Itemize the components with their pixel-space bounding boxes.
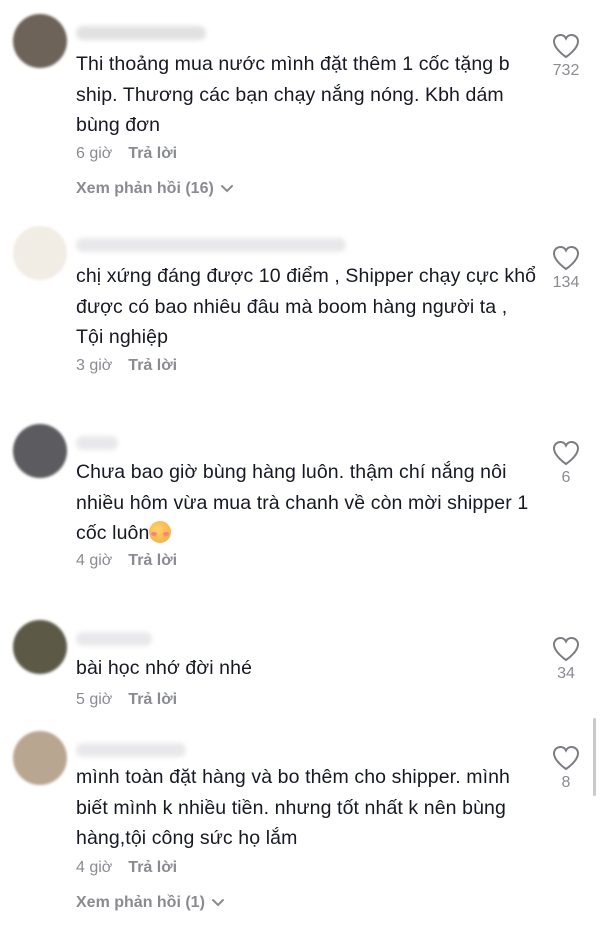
like-button[interactable]: 134 xyxy=(546,245,586,292)
username-blurred[interactable] xyxy=(76,632,152,646)
comment-time: 4 giờ xyxy=(76,859,113,876)
comment-time: 3 giờ xyxy=(76,357,113,374)
comment-text-content: Chưa bao giờ bùng hàng luôn. thậm chí nắ… xyxy=(76,461,529,544)
comment-meta: 5 giờ Trả lời xyxy=(76,691,177,709)
view-replies-button[interactable]: Xem phản hồi (16) xyxy=(76,180,234,198)
comment-time: 5 giờ xyxy=(76,691,113,708)
reply-button[interactable]: Trả lời xyxy=(128,145,177,163)
reply-button[interactable]: Trả lời xyxy=(128,552,177,570)
heart-outline-icon xyxy=(552,245,580,271)
comment-text: Chưa bao giờ bùng hàng luôn. thậm chí nắ… xyxy=(76,457,538,549)
like-button[interactable]: 8 xyxy=(546,745,586,792)
username-blurred[interactable] xyxy=(76,26,206,40)
comment-text: chị xứng đáng được 10 điểm , Shipper chạ… xyxy=(76,265,537,348)
comment-meta: 3 giờ Trả lời xyxy=(76,357,177,375)
username-blurred[interactable] xyxy=(76,238,346,252)
view-replies-label: Xem phản hồi (16) xyxy=(76,180,214,197)
avatar[interactable] xyxy=(13,620,67,674)
like-button[interactable]: 34 xyxy=(546,636,586,683)
heart-outline-icon xyxy=(552,636,580,662)
chevron-down-icon xyxy=(211,899,224,907)
like-count: 732 xyxy=(552,62,580,79)
smiling-face-with-hearts-icon xyxy=(149,521,172,543)
view-replies-label: Xem phản hồi (1) xyxy=(76,894,205,911)
username-blurred[interactable] xyxy=(76,436,118,450)
like-count: 34 xyxy=(557,665,575,682)
like-count: 134 xyxy=(552,274,580,291)
scrollbar[interactable] xyxy=(593,718,596,796)
view-replies-button[interactable]: Xem phản hồi (1) xyxy=(76,894,225,912)
reply-button[interactable]: Trả lời xyxy=(128,859,177,877)
comment-time: 4 giờ xyxy=(76,552,113,569)
avatar[interactable] xyxy=(13,424,67,478)
chevron-down-icon xyxy=(220,185,233,193)
heart-outline-icon xyxy=(552,745,580,771)
like-button[interactable]: 6 xyxy=(546,440,586,487)
username-blurred[interactable] xyxy=(76,743,186,757)
avatar[interactable] xyxy=(13,731,67,785)
like-button[interactable]: 732 xyxy=(546,33,586,80)
reply-button[interactable]: Trả lời xyxy=(128,691,177,709)
like-count: 8 xyxy=(561,774,571,791)
reply-button[interactable]: Trả lời xyxy=(128,357,177,375)
comment-text: mình toàn đặt hàng và bo thêm cho shippe… xyxy=(76,766,510,849)
avatar[interactable] xyxy=(13,226,67,280)
comment-meta: 4 giờ Trả lời xyxy=(76,552,177,570)
avatar[interactable] xyxy=(13,14,67,68)
comment-meta: 4 giờ Trả lời xyxy=(76,859,177,877)
heart-outline-icon xyxy=(552,440,580,466)
comment-text: Thi thoảng mua nước mình đặt thêm 1 cốc … xyxy=(76,53,510,136)
comment-time: 6 giờ xyxy=(76,145,113,162)
comment-text: bài học nhớ đời nhé xyxy=(76,657,253,679)
comment-meta: 6 giờ Trả lời xyxy=(76,145,177,163)
heart-outline-icon xyxy=(552,33,580,59)
like-count: 6 xyxy=(561,469,571,486)
